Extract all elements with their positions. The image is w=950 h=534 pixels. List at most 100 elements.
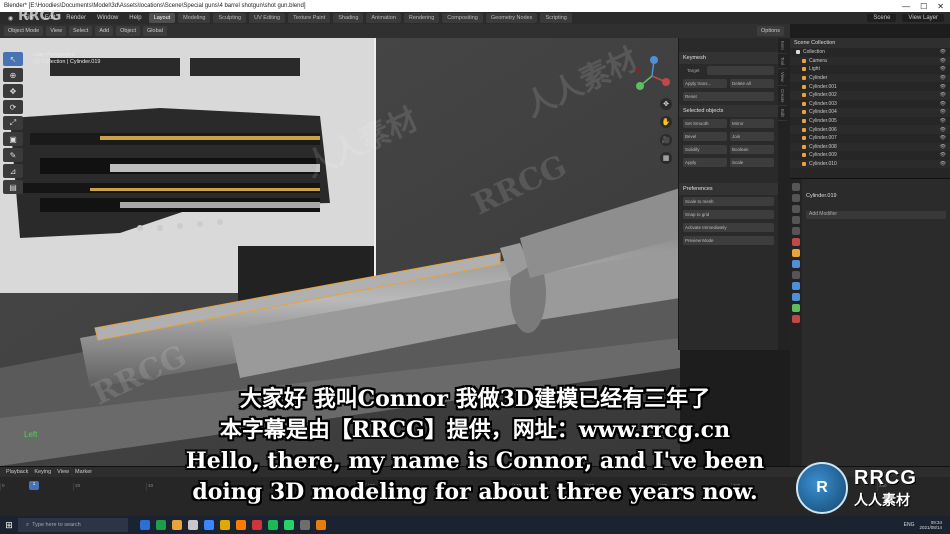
tab-view[interactable]: View: [778, 69, 787, 86]
join-button[interactable]: Join: [730, 132, 774, 141]
add-modifier-dropdown[interactable]: Add Modifier: [806, 211, 946, 219]
visibility-icon[interactable]: 👁: [940, 66, 946, 72]
boolean-button[interactable]: Boolean: [730, 145, 774, 154]
snap-to-grid-checkbox[interactable]: Snap to grid: [683, 210, 774, 219]
menu-help[interactable]: Help: [125, 15, 145, 21]
timeline-menu-playback[interactable]: Playback: [6, 469, 28, 475]
visibility-icon[interactable]: 👁: [940, 118, 946, 124]
outliner-row[interactable]: Cylinder.008 👁: [790, 142, 950, 152]
tray-clock[interactable]: 09:34 2021/08/14: [919, 520, 942, 530]
taskbar-app-icon[interactable]: [156, 520, 166, 530]
visibility-icon[interactable]: 👁: [940, 161, 946, 167]
particles-properties-icon[interactable]: [792, 271, 800, 279]
output-properties-icon[interactable]: [792, 205, 800, 213]
visibility-icon[interactable]: 👁: [940, 84, 946, 90]
preview-mode-button[interactable]: Preview Mode: [683, 236, 774, 245]
scale-to-mesh-checkbox[interactable]: Scale to mesh: [683, 197, 774, 206]
menu-select[interactable]: Select: [69, 26, 93, 36]
render-properties-icon[interactable]: [792, 194, 800, 202]
transform-tool-icon[interactable]: ▣: [3, 132, 23, 146]
workspace-tab-scripting[interactable]: Scripting: [540, 13, 572, 23]
bevel-button[interactable]: Bevel: [683, 132, 727, 141]
workspace-tab-shading[interactable]: Shading: [333, 13, 364, 23]
tab-item[interactable]: Item: [778, 38, 787, 54]
outliner-row[interactable]: Camera 👁: [790, 56, 950, 66]
visibility-icon[interactable]: 👁: [940, 75, 946, 81]
pan-icon[interactable]: ✥: [660, 98, 672, 110]
visibility-icon[interactable]: 👁: [940, 101, 946, 107]
npanel-section-keymesh[interactable]: Keymesh: [679, 52, 778, 64]
outliner-row[interactable]: Cylinder 👁: [790, 73, 950, 83]
mode-selector[interactable]: Object Mode: [4, 26, 44, 36]
timeline-menu-marker[interactable]: Marker: [75, 469, 92, 475]
taskbar-search-box[interactable]: ⌕ Type here to search: [18, 518, 128, 532]
taskbar-app-icon[interactable]: [284, 520, 294, 530]
taskbar-app-icon[interactable]: [172, 520, 182, 530]
taskbar-app-icon[interactable]: [316, 520, 326, 530]
taskbar-app-icon[interactable]: [252, 520, 262, 530]
workspace-tab-modeling[interactable]: Modeling: [178, 13, 211, 23]
tab-edit[interactable]: Edit: [778, 106, 787, 121]
add-cube-tool-icon[interactable]: ▤: [3, 180, 23, 194]
workspace-tab-uv-editing[interactable]: UV Editing: [249, 13, 286, 23]
maximize-button[interactable]: ☐: [920, 2, 927, 11]
taskbar-app-icon[interactable]: [268, 520, 278, 530]
outliner-row[interactable]: Cylinder.009 👁: [790, 151, 950, 160]
workspace-tab-layout[interactable]: Layout: [148, 13, 176, 23]
apply-button[interactable]: Apply: [683, 158, 727, 167]
data-properties-icon[interactable]: [792, 304, 800, 312]
annotate-tool-icon[interactable]: ✎: [3, 148, 23, 162]
taskbar-app-icon[interactable]: [188, 520, 198, 530]
visibility-icon[interactable]: 👁: [940, 144, 946, 150]
activate-immediately-checkbox[interactable]: Activate Immediately: [683, 223, 774, 232]
delete-all-button[interactable]: Delete all: [730, 79, 774, 88]
taskbar-app-icon[interactable]: [140, 520, 150, 530]
move-tool-icon[interactable]: ✥: [3, 84, 23, 98]
timeline-playhead[interactable]: 1: [29, 481, 39, 490]
outliner-row[interactable]: Cylinder.001 👁: [790, 82, 950, 91]
blender-logo-icon[interactable]: ◉: [4, 15, 17, 22]
close-button[interactable]: ✕: [937, 2, 944, 11]
visibility-icon[interactable]: 👁: [940, 135, 946, 141]
solidify-button[interactable]: Solidify: [683, 145, 727, 154]
options-menu[interactable]: Options: [757, 26, 784, 36]
object-properties-icon[interactable]: [792, 249, 800, 257]
measure-tool-icon[interactable]: ⊿: [3, 164, 23, 178]
reset-button[interactable]: Reset: [683, 92, 774, 101]
npanel-section-preferences[interactable]: Preferences: [679, 183, 778, 195]
workspace-tab-rendering[interactable]: Rendering: [403, 13, 440, 23]
physics-properties-icon[interactable]: [792, 282, 800, 290]
npanel-section-selected-objects[interactable]: Selected objects: [679, 105, 778, 117]
visibility-icon[interactable]: 👁: [940, 109, 946, 115]
tool-properties-icon[interactable]: [792, 183, 800, 191]
workspace-tab-compositing[interactable]: Compositing: [442, 13, 483, 23]
windows-start-icon[interactable]: ⊞: [0, 516, 18, 534]
constraints-properties-icon[interactable]: [792, 293, 800, 301]
taskbar-app-icon[interactable]: [236, 520, 246, 530]
workspace-tab-animation[interactable]: Animation: [366, 13, 401, 23]
modifier-properties-icon[interactable]: [792, 260, 800, 268]
taskbar-app-icon[interactable]: [220, 520, 230, 530]
visibility-icon[interactable]: 👁: [940, 92, 946, 98]
outliner-row[interactable]: Cylinder.006 👁: [790, 125, 950, 134]
taskbar-app-icon[interactable]: [204, 520, 214, 530]
workspace-tab-sculpting[interactable]: Sculpting: [213, 13, 247, 23]
visibility-icon[interactable]: 👁: [940, 49, 946, 55]
outliner-row[interactable]: Cylinder.007 👁: [790, 134, 950, 143]
hand-icon[interactable]: ✋: [660, 116, 672, 128]
workspace-tab-texture-paint[interactable]: Texture Paint: [288, 13, 331, 23]
scene-properties-icon[interactable]: [792, 227, 800, 235]
menu-window[interactable]: Window: [93, 15, 122, 21]
mirror-button[interactable]: Mirror: [730, 119, 774, 128]
view-layer-properties-icon[interactable]: [792, 216, 800, 224]
visibility-icon[interactable]: 👁: [940, 127, 946, 133]
scale-button[interactable]: Scale: [730, 158, 774, 167]
outliner-row[interactable]: Cylinder.004 👁: [790, 108, 950, 117]
tab-create[interactable]: Create: [778, 86, 787, 107]
menu-add[interactable]: Add: [95, 26, 114, 36]
menu-object[interactable]: Object: [116, 26, 141, 36]
outliner-row[interactable]: Cylinder.010 👁: [790, 159, 950, 169]
menu-render[interactable]: Render: [62, 15, 90, 21]
outliner-header[interactable]: Scene Collection: [790, 38, 950, 48]
outliner-row[interactable]: Cylinder.002 👁: [790, 90, 950, 100]
